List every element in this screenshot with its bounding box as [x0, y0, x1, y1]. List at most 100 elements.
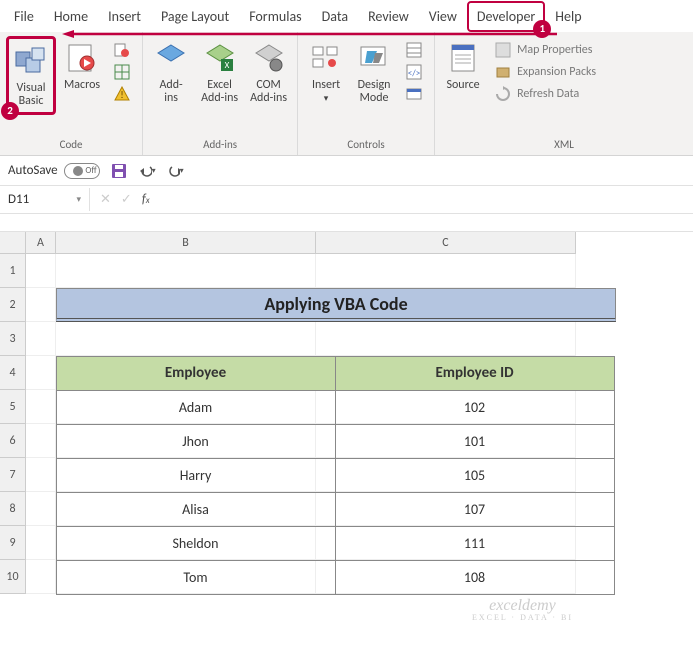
name-box-value: D11: [8, 192, 29, 207]
tab-insert[interactable]: Insert: [98, 1, 151, 32]
insert-control-button[interactable]: Insert▾: [304, 36, 348, 109]
visual-basic-button[interactable]: Visual Basic 2: [6, 36, 56, 115]
group-addins-label: Add-ins: [149, 136, 291, 153]
svg-text:X: X: [224, 60, 229, 71]
macros-button[interactable]: Macros: [60, 36, 104, 96]
table-cell[interactable]: Tom: [56, 560, 336, 595]
view-code-icon: </>: [406, 64, 422, 80]
source-label: Source: [446, 79, 479, 92]
row-header[interactable]: 1: [0, 254, 26, 288]
cancel-formula-icon[interactable]: ✕: [100, 192, 111, 207]
macro-security-button[interactable]: !: [108, 84, 136, 104]
autosave-toggle[interactable]: AutoSave Off: [8, 163, 100, 179]
row-header[interactable]: 9: [0, 526, 26, 560]
tab-review[interactable]: Review: [358, 1, 419, 32]
tab-page-layout[interactable]: Page Layout: [151, 1, 239, 32]
excel-addins-label: Excel Add-ins: [201, 79, 238, 105]
addins-icon: [153, 40, 189, 76]
addins-button[interactable]: Add- ins: [149, 36, 193, 109]
table-cell[interactable]: Adam: [56, 390, 336, 425]
expansion-packs-label: Expansion Packs: [517, 65, 596, 79]
properties-button[interactable]: [400, 40, 428, 60]
tab-view[interactable]: View: [419, 1, 467, 32]
row-header[interactable]: 2: [0, 288, 26, 322]
table-cell[interactable]: Jhon: [56, 424, 336, 459]
enter-formula-icon[interactable]: ✓: [121, 192, 132, 207]
source-icon: [445, 40, 481, 76]
table-cell[interactable]: Sheldon: [56, 526, 336, 561]
ribbon-body: Visual Basic 2 Macros ! Code Add- ins: [0, 32, 693, 156]
tab-file[interactable]: File: [4, 1, 44, 32]
group-code-label: Code: [6, 136, 136, 153]
tab-help[interactable]: Help: [545, 1, 591, 32]
table-cell[interactable]: Harry: [56, 458, 336, 493]
undo-button[interactable]: ▾: [138, 162, 156, 180]
table-cell[interactable]: Alisa: [56, 492, 336, 527]
tab-developer[interactable]: Developer 1: [467, 1, 545, 32]
worksheet: 1 2 3 4 5 6 7 8 9 10 A B C Applying VBA …: [0, 232, 693, 594]
redo-button[interactable]: ▾: [166, 162, 184, 180]
map-properties-label: Map Properties: [517, 43, 592, 57]
visual-basic-icon: [13, 43, 49, 79]
table-cell[interactable]: 102: [335, 390, 615, 425]
sheet-title: Applying VBA Code: [56, 288, 616, 322]
macros-icon: [64, 40, 100, 76]
tab-formulas[interactable]: Formulas: [239, 1, 311, 32]
map-icon: [495, 42, 511, 58]
table-cell[interactable]: 108: [335, 560, 615, 595]
source-button[interactable]: Source: [441, 36, 485, 96]
table-cell[interactable]: 101: [335, 424, 615, 459]
table-cell[interactable]: 107: [335, 492, 615, 527]
autosave-state: Off: [85, 165, 96, 176]
group-xml: Source Map Properties Expansion Packs Re…: [435, 32, 693, 155]
com-addins-button[interactable]: COM Add-ins: [246, 36, 291, 109]
table-cell[interactable]: 105: [335, 458, 615, 493]
properties-icon: [406, 42, 422, 58]
visual-basic-label: Visual Basic: [16, 82, 45, 108]
view-code-button[interactable]: </>: [400, 62, 428, 82]
fx-icon[interactable]: fx: [142, 192, 150, 207]
row-header[interactable]: 8: [0, 492, 26, 526]
name-box[interactable]: D11 ▾: [0, 188, 90, 211]
col-header[interactable]: B: [56, 232, 316, 254]
tab-data[interactable]: Data: [312, 1, 358, 32]
addins-label: Add- ins: [159, 79, 182, 105]
run-dialog-button[interactable]: [400, 84, 428, 104]
expansion-packs-button[interactable]: Expansion Packs: [489, 62, 602, 82]
design-mode-button[interactable]: Design Mode: [352, 36, 396, 109]
com-addins-label: COM Add-ins: [250, 79, 287, 105]
row-header[interactable]: 5: [0, 390, 26, 424]
row-header[interactable]: 7: [0, 458, 26, 492]
tab-home[interactable]: Home: [44, 1, 98, 32]
excel-addins-button[interactable]: X Excel Add-ins: [197, 36, 242, 109]
autosave-switch[interactable]: Off: [64, 163, 100, 179]
group-code: Visual Basic 2 Macros ! Code: [0, 32, 143, 155]
save-button[interactable]: [110, 162, 128, 180]
ribbon-tabs: File Home Insert Page Layout Formulas Da…: [0, 0, 693, 32]
formula-bar[interactable]: [160, 196, 693, 204]
record-icon: [114, 42, 130, 58]
formula-bar-row: D11 ▾ ✕ ✓ fx: [0, 186, 693, 214]
warning-icon: !: [114, 86, 130, 102]
cells-area[interactable]: Applying VBA Code Employee Employee ID A…: [26, 254, 693, 594]
refresh-data-button[interactable]: Refresh Data: [489, 84, 602, 104]
insert-control-label: Insert▾: [312, 79, 340, 105]
col-header[interactable]: A: [26, 232, 56, 254]
table-cell[interactable]: 111: [335, 526, 615, 561]
watermark: exceldemy EXCEL · DATA · BI: [472, 598, 573, 622]
map-properties-button[interactable]: Map Properties: [489, 40, 602, 60]
dialog-icon: [406, 86, 422, 102]
row-header[interactable]: 10: [0, 560, 26, 594]
row-header[interactable]: 3: [0, 322, 26, 356]
macros-label: Macros: [64, 79, 100, 92]
col-header[interactable]: C: [316, 232, 576, 254]
record-macro-button[interactable]: [108, 40, 136, 60]
row-header[interactable]: 6: [0, 424, 26, 458]
select-all-corner[interactable]: [0, 232, 26, 254]
chevron-down-icon: ▾: [76, 194, 81, 205]
relative-ref-button[interactable]: [108, 62, 136, 82]
excel-addins-icon: X: [202, 40, 238, 76]
autosave-label: AutoSave: [8, 163, 58, 178]
svg-text:!: !: [120, 88, 123, 101]
row-header[interactable]: 4: [0, 356, 26, 390]
